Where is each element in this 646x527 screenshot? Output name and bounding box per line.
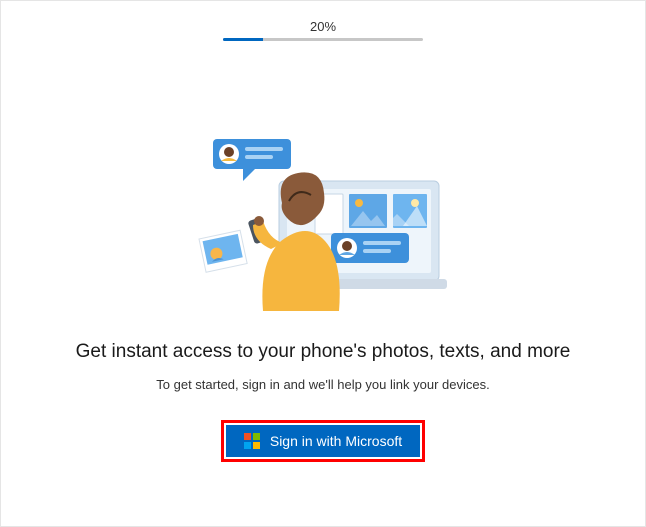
page-heading: Get instant access to your phone's photo… [76,341,571,363]
page-subheading: To get started, sign in and we'll help y… [156,377,489,392]
sign-in-button-label: Sign in with Microsoft [270,433,402,449]
progress-bar [223,38,423,41]
sign-in-with-microsoft-button[interactable]: Sign in with Microsoft [226,425,420,457]
hero-illustration [183,131,463,311]
microsoft-logo-icon [244,433,260,449]
progress-bar-fill [223,38,263,41]
signin-highlight-frame: Sign in with Microsoft [221,420,425,462]
progress-section: 20% [1,1,645,41]
progress-percent-label: 20% [310,19,336,34]
